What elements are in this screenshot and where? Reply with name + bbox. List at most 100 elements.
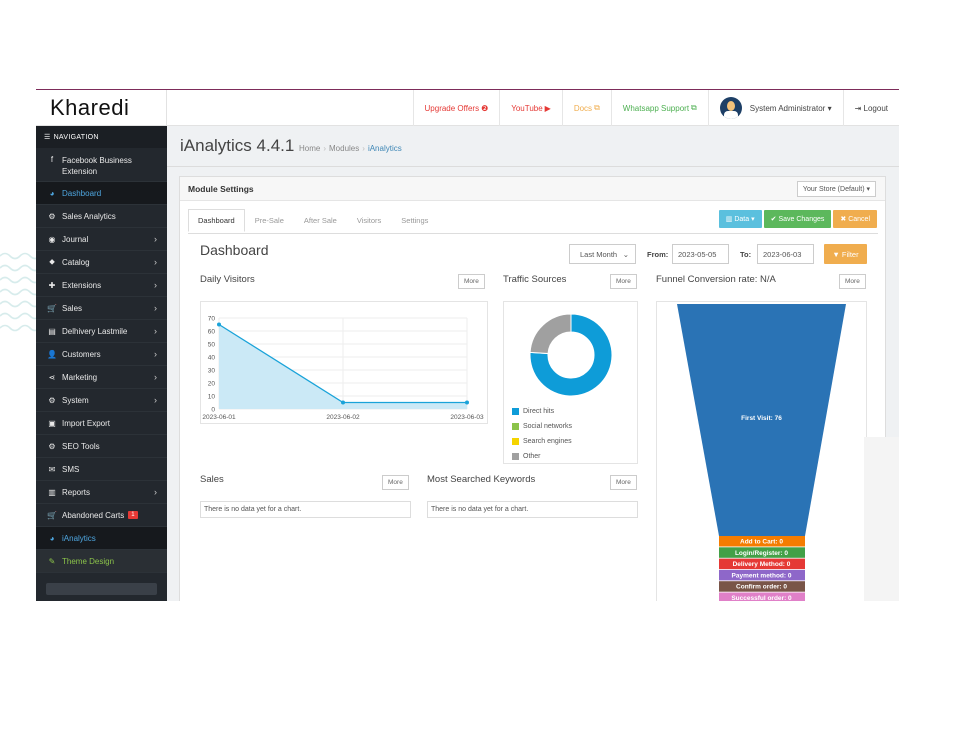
sidebar-item-reports[interactable]: ▥ Reports › [36,481,167,504]
daily-visitors-more-button[interactable]: More [458,274,485,289]
sidebar-item-delhivery-lastmile[interactable]: ▤ Delhivery Lastmile › [36,320,167,343]
sidebar-item-customers[interactable]: 👤 Customers › [36,343,167,366]
link-icon: ⧉ [691,103,697,112]
journal-icon: ◉ [48,234,56,244]
page-title: iAnalytics 4.4.1 [180,136,295,155]
traffic-sources-more-button[interactable]: More [610,274,637,289]
chevron-right-icon: › [154,487,157,497]
sidebar-item-system[interactable]: ⚙ System › [36,389,167,412]
x-tick-label: 2023-06-03 [450,414,484,421]
sidebar-item-sales-analytics[interactable]: ⚙ Sales Analytics [36,205,167,228]
sidebar-item-label: Import Export [62,418,111,428]
sidebar-item-ianalytics[interactable]: ◕ iAnalytics [36,527,167,550]
sidebar-item-dashboard[interactable]: ◕ Dashboard [36,182,167,205]
funnel-svg: First Visit: 76 Add to Cart: 0 Login/Regis… [677,304,846,601]
tab-pre-sale[interactable]: Pre-Sale [245,209,294,232]
sidebar-item-label: Abandoned Carts [62,510,125,520]
legend-item-direct-hits[interactable]: Direct hits [512,404,572,419]
tab-visitors[interactable]: Visitors [347,209,391,232]
legend-item-search-engines[interactable]: Search engines [512,434,572,449]
sidebar-item-sales[interactable]: 🛒 Sales › [36,297,167,320]
sales-analytics-icon: ⚙ [48,211,56,221]
sidebar-item-marketing[interactable]: ⋖ Marketing › [36,366,167,389]
from-label: From: [647,250,669,259]
data-button[interactable]: ▥ Data ▾ [718,210,762,228]
filter-button[interactable]: ▼ Filter [824,244,867,264]
breadcrumb-modules[interactable]: Modules [329,144,359,153]
tab-dashboard[interactable]: Dashboard [188,209,245,232]
data-point[interactable] [465,400,469,405]
top-link-youtube[interactable]: YouTube ▶ [499,90,562,126]
sales-title: Sales [200,474,224,485]
data-point[interactable] [341,400,345,405]
legend-item-social-networks[interactable]: Social networks [512,419,572,434]
breadcrumb-home[interactable]: Home [299,144,320,153]
funnel-more-button[interactable]: More [839,274,866,289]
link-icon: ❷ [481,103,489,113]
store-select[interactable]: Your Store (Default) ▾ [796,181,876,197]
top-link-docs[interactable]: Docs ⧉ [561,90,611,126]
top-bar: Kharedi Upgrade Offers ❷ YouTube ▶ Docs ⧉ What… [36,90,899,126]
sidebar-item-label: iAnalytics [62,533,96,543]
chevron-right-icon: › [154,326,157,336]
customers-icon: 👤 [47,349,57,359]
sidebar-item-seo-tools[interactable]: ⚙ SEO Tools [36,435,167,458]
tab-after-sale[interactable]: After Sale [294,209,347,232]
legend-item-other[interactable]: Other [512,449,572,464]
from-date-input[interactable]: 2023-05-05 [672,244,729,264]
reports-icon: ▥ [48,487,56,497]
facebook-business-extension-icon: f [50,155,54,164]
sidebar-item-label: Sales [62,303,83,313]
cart-count-badge: 1 [128,511,138,519]
chevron-right-icon: › [154,349,157,359]
daily-visitors-svg: 0 10 20 30 40 50 60 70 2023-06-01 2023-06-02 2023-… [202,316,484,422]
sidebar-item-abandoned-carts[interactable]: 🛒 Abandoned Carts 1 [36,504,167,527]
sidebar-item-journal[interactable]: ◉ Journal › [36,228,167,251]
slice-other[interactable] [529,313,572,355]
sidebar-item-label: Sales Analytics [62,211,116,221]
sidebar-item-catalog[interactable]: ⬥ Catalog › [36,251,167,274]
save-changes-button[interactable]: ✔ Save Changes [763,210,832,228]
sidebar-item-extensions[interactable]: ✚ Extensions › [36,274,167,297]
ianalytics-icon: ◕ [49,533,55,543]
chevron-right-icon: › [154,234,157,244]
brand-logo[interactable]: Kharedi [36,90,167,126]
sidebar-item-label: Delhivery Lastmile [62,326,128,336]
sidebar-item-sms[interactable]: ✉ SMS [36,458,167,481]
user-menu[interactable]: System Administrator ▾ [707,90,843,126]
dashboard-icon: ◕ [49,188,55,198]
period-select[interactable]: Last Month ⌄ [569,244,636,264]
funnel-label: Login/Register: 0 [735,550,788,557]
close-icon: ✖ [840,216,847,223]
data-point[interactable] [217,322,221,327]
abandoned-carts-icon: 🛒 [47,510,57,520]
logout-link[interactable]: ⇥ Logout [842,90,899,126]
sidebar-item-import-export[interactable]: ▣ Import Export [36,412,167,435]
keywords-more-button[interactable]: More [610,475,637,490]
daily-visitors-chart: 0 10 20 30 40 50 60 70 2023-06-01 2023-06-02 2023-… [200,301,488,424]
decorative-wave-lines [0,252,40,332]
sales-more-button[interactable]: More [382,475,409,490]
sidebar-item-label: Facebook Business Extension [62,156,132,176]
cancel-button[interactable]: ✖ Cancel [833,210,877,228]
sidebar-item-label: Marketing [62,372,98,382]
funnel-title: Funnel Conversion rate: N/A [656,274,776,285]
chevron-right-icon: › [154,280,157,290]
chevron-right-icon: › [154,257,157,267]
y-tick-label: 60 [208,329,216,336]
breadcrumb-current[interactable]: iAnalytics [368,144,402,153]
to-date-input[interactable]: 2023-06-03 [757,244,814,264]
panel-title: Module Settings [188,184,254,194]
tab-settings[interactable]: Settings [391,209,438,232]
sidebar-item-facebook-business-extension[interactable]: f Facebook Business Extension [36,148,167,182]
top-link-whatsapp-support[interactable]: Whatsapp Support ⧉ [610,90,708,126]
sidebar-item-label: Extensions [62,280,102,290]
top-link-upgrade-offers[interactable]: Upgrade Offers ❷ [412,90,500,126]
dashboard-heading: Dashboard [200,242,269,258]
sidebar-item-label: SMS [62,464,80,474]
check-icon: ✔ [770,216,777,223]
admin-window: Kharedi Upgrade Offers ❷ YouTube ▶ Docs ⧉ What… [36,89,899,601]
sidebar-bottom-bar [46,583,157,595]
funnel-chart: First Visit: 76 Add to Cart: 0 Login/Regis… [656,301,867,601]
sidebar-item-theme-design[interactable]: ✎ Theme Design [36,550,167,573]
